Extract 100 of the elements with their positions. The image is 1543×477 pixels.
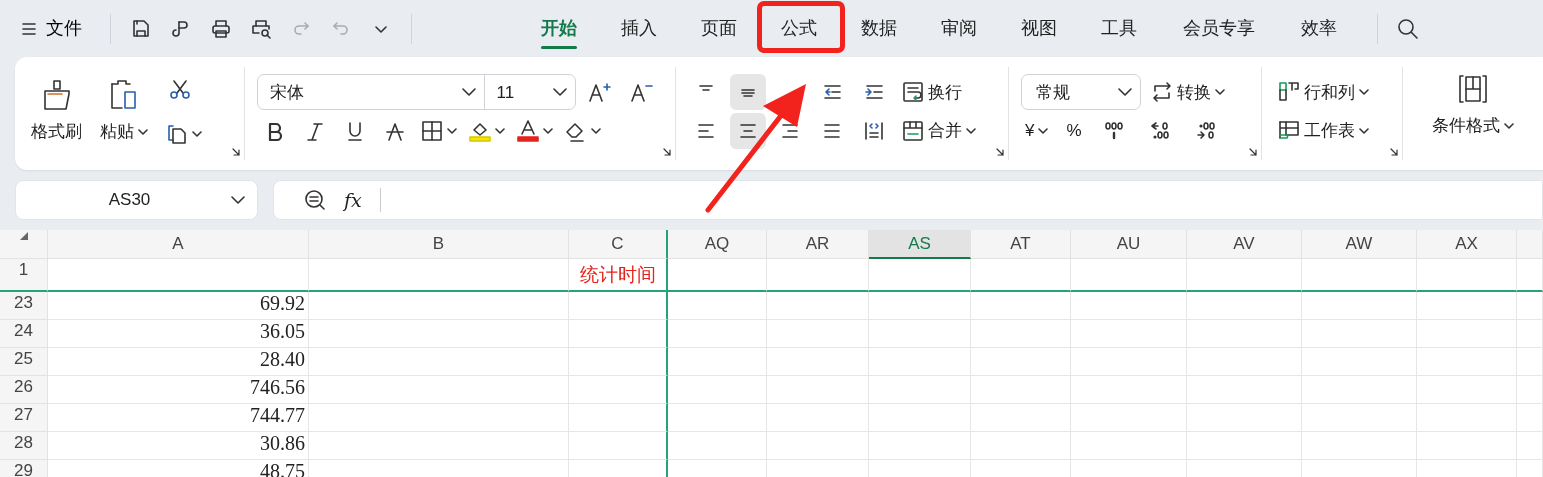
empty-cell xyxy=(1517,376,1543,404)
ribbon-tab[interactable]: 页面 xyxy=(679,2,759,55)
column-header[interactable]: AT xyxy=(971,230,1071,259)
number-format-dropdown[interactable]: 常规 xyxy=(1021,74,1141,111)
row-header[interactable]: 27 xyxy=(0,404,48,432)
caret-icon xyxy=(1504,122,1515,129)
chevron-down-icon xyxy=(552,88,567,97)
row-header[interactable]: 25 xyxy=(0,348,48,376)
column-header[interactable]: C xyxy=(569,230,668,259)
percent-button[interactable]: % xyxy=(1062,112,1086,149)
caret-icon xyxy=(542,127,553,134)
increase-font-size-icon[interactable] xyxy=(587,82,612,103)
font-size-dropdown[interactable]: 11 xyxy=(484,75,575,110)
caret-icon xyxy=(192,130,203,137)
dialog-launcher-icon[interactable] xyxy=(996,148,1004,156)
paste-button[interactable]: 粘贴 xyxy=(96,78,153,145)
font-name-dropdown[interactable]: 宋体 xyxy=(257,75,485,110)
format-painter-button[interactable]: 格式刷 xyxy=(27,78,86,145)
ribbon-tab[interactable]: 数据 xyxy=(839,2,919,55)
table-cell: 69.92 xyxy=(48,292,309,320)
empty-cell xyxy=(1517,320,1543,348)
rows-columns-icon xyxy=(1277,81,1300,104)
dialog-launcher-icon[interactable] xyxy=(1248,148,1257,156)
increase-decimal-icon[interactable] xyxy=(1195,120,1216,141)
table-cell: 746.56 xyxy=(48,376,309,404)
row-header[interactable]: 23 xyxy=(0,292,48,320)
merge-button[interactable]: 合并 xyxy=(897,112,980,149)
caret-icon xyxy=(1215,89,1225,96)
ribbon-tab[interactable]: 工具 xyxy=(1079,2,1159,55)
caret-icon xyxy=(1358,89,1369,96)
caret-icon xyxy=(1358,127,1369,134)
column-header[interactable]: AV xyxy=(1187,230,1302,259)
dialog-launcher-icon[interactable] xyxy=(662,148,671,156)
wrap-text-icon xyxy=(901,81,924,104)
name-box[interactable]: AS30 xyxy=(15,180,258,220)
strikethrough-icon[interactable] xyxy=(384,120,405,141)
empty-cell xyxy=(1517,404,1543,432)
link-icon[interactable] xyxy=(171,18,191,39)
caret-icon xyxy=(590,127,601,134)
select-all-icon[interactable] xyxy=(18,231,29,241)
table-cell: 36.05 xyxy=(48,320,309,348)
column-header[interactable]: AU xyxy=(1071,230,1187,259)
decrease-decimal-icon[interactable] xyxy=(1149,120,1170,141)
table-cell: 28.40 xyxy=(48,348,309,376)
ribbon-tab[interactable]: 会员专享 xyxy=(1159,2,1279,55)
column-header[interactable]: AQ xyxy=(668,230,767,259)
scissors-icon[interactable] xyxy=(168,79,193,100)
conditional-formatting-icon xyxy=(1457,73,1490,105)
column-header[interactable]: AW xyxy=(1302,230,1417,259)
ribbon-tab[interactable]: 效率 xyxy=(1279,2,1359,55)
chevron-down-icon xyxy=(1118,88,1132,97)
empty-cell xyxy=(1517,292,1543,320)
column-header[interactable]: AX xyxy=(1417,230,1517,259)
table-cell: 统计时间 xyxy=(569,259,668,292)
search-icon[interactable] xyxy=(1397,17,1419,40)
thousands-separator-icon[interactable] xyxy=(1103,120,1124,141)
zoom-formula-icon[interactable] xyxy=(304,189,326,211)
ribbon-tab[interactable]: 插入 xyxy=(599,2,679,55)
row-header[interactable]: 28 xyxy=(0,432,48,460)
menu-icon xyxy=(22,21,36,36)
table-cell: 744.77 xyxy=(48,404,309,432)
caret-icon xyxy=(965,127,976,134)
decrease-font-size-icon[interactable] xyxy=(629,82,654,103)
ribbon-tab[interactable]: 开始 xyxy=(519,2,599,55)
ribbon-tab[interactable]: 视图 xyxy=(999,2,1079,55)
caret-icon xyxy=(446,127,457,134)
conditional-formatting-button[interactable]: 条件格式 xyxy=(1428,73,1519,139)
font-color-icon[interactable] xyxy=(516,119,539,142)
column-header[interactable]: A xyxy=(48,230,309,259)
convert-button[interactable]: 转换 xyxy=(1147,74,1229,111)
wrap-text-button[interactable]: 换行 xyxy=(897,74,966,111)
borders-icon[interactable] xyxy=(420,119,443,142)
printer-icon[interactable] xyxy=(211,18,231,39)
row-header[interactable]: 26 xyxy=(0,376,48,404)
distributed-icon[interactable] xyxy=(863,120,884,141)
column-header[interactable]: AS xyxy=(869,230,971,259)
save-icon[interactable] xyxy=(131,18,151,39)
empty-cell xyxy=(1517,432,1543,460)
column-header[interactable]: B xyxy=(309,230,569,259)
convert-icon xyxy=(1151,81,1173,104)
caret-icon xyxy=(1038,127,1049,134)
italic-icon[interactable] xyxy=(304,120,325,141)
file-menu-button[interactable]: 文件 xyxy=(18,15,86,42)
caret-icon xyxy=(494,127,505,134)
column-header[interactable]: AR xyxy=(767,230,869,259)
rows-and-columns-button[interactable]: 行和列 xyxy=(1273,74,1373,111)
empty-cell xyxy=(1517,348,1543,376)
row-header[interactable]: 24 xyxy=(0,320,48,348)
copy-icon xyxy=(166,122,189,145)
ribbon-tab[interactable]: 审阅 xyxy=(919,2,999,55)
dialog-launcher-icon[interactable] xyxy=(231,148,240,156)
row-header[interactable]: 1 xyxy=(0,259,48,292)
dialog-launcher-icon[interactable] xyxy=(1390,148,1399,156)
print-preview-icon[interactable] xyxy=(251,18,271,39)
row-header[interactable]: 29 xyxy=(0,460,48,477)
worksheet-button[interactable]: 工作表 xyxy=(1273,112,1373,149)
worksheet-icon xyxy=(1277,119,1300,142)
currency-button[interactable]: ¥ xyxy=(1021,112,1053,149)
formula-bar[interactable]: fx xyxy=(273,180,1543,220)
ribbon-tab[interactable]: 公式 xyxy=(759,2,839,55)
